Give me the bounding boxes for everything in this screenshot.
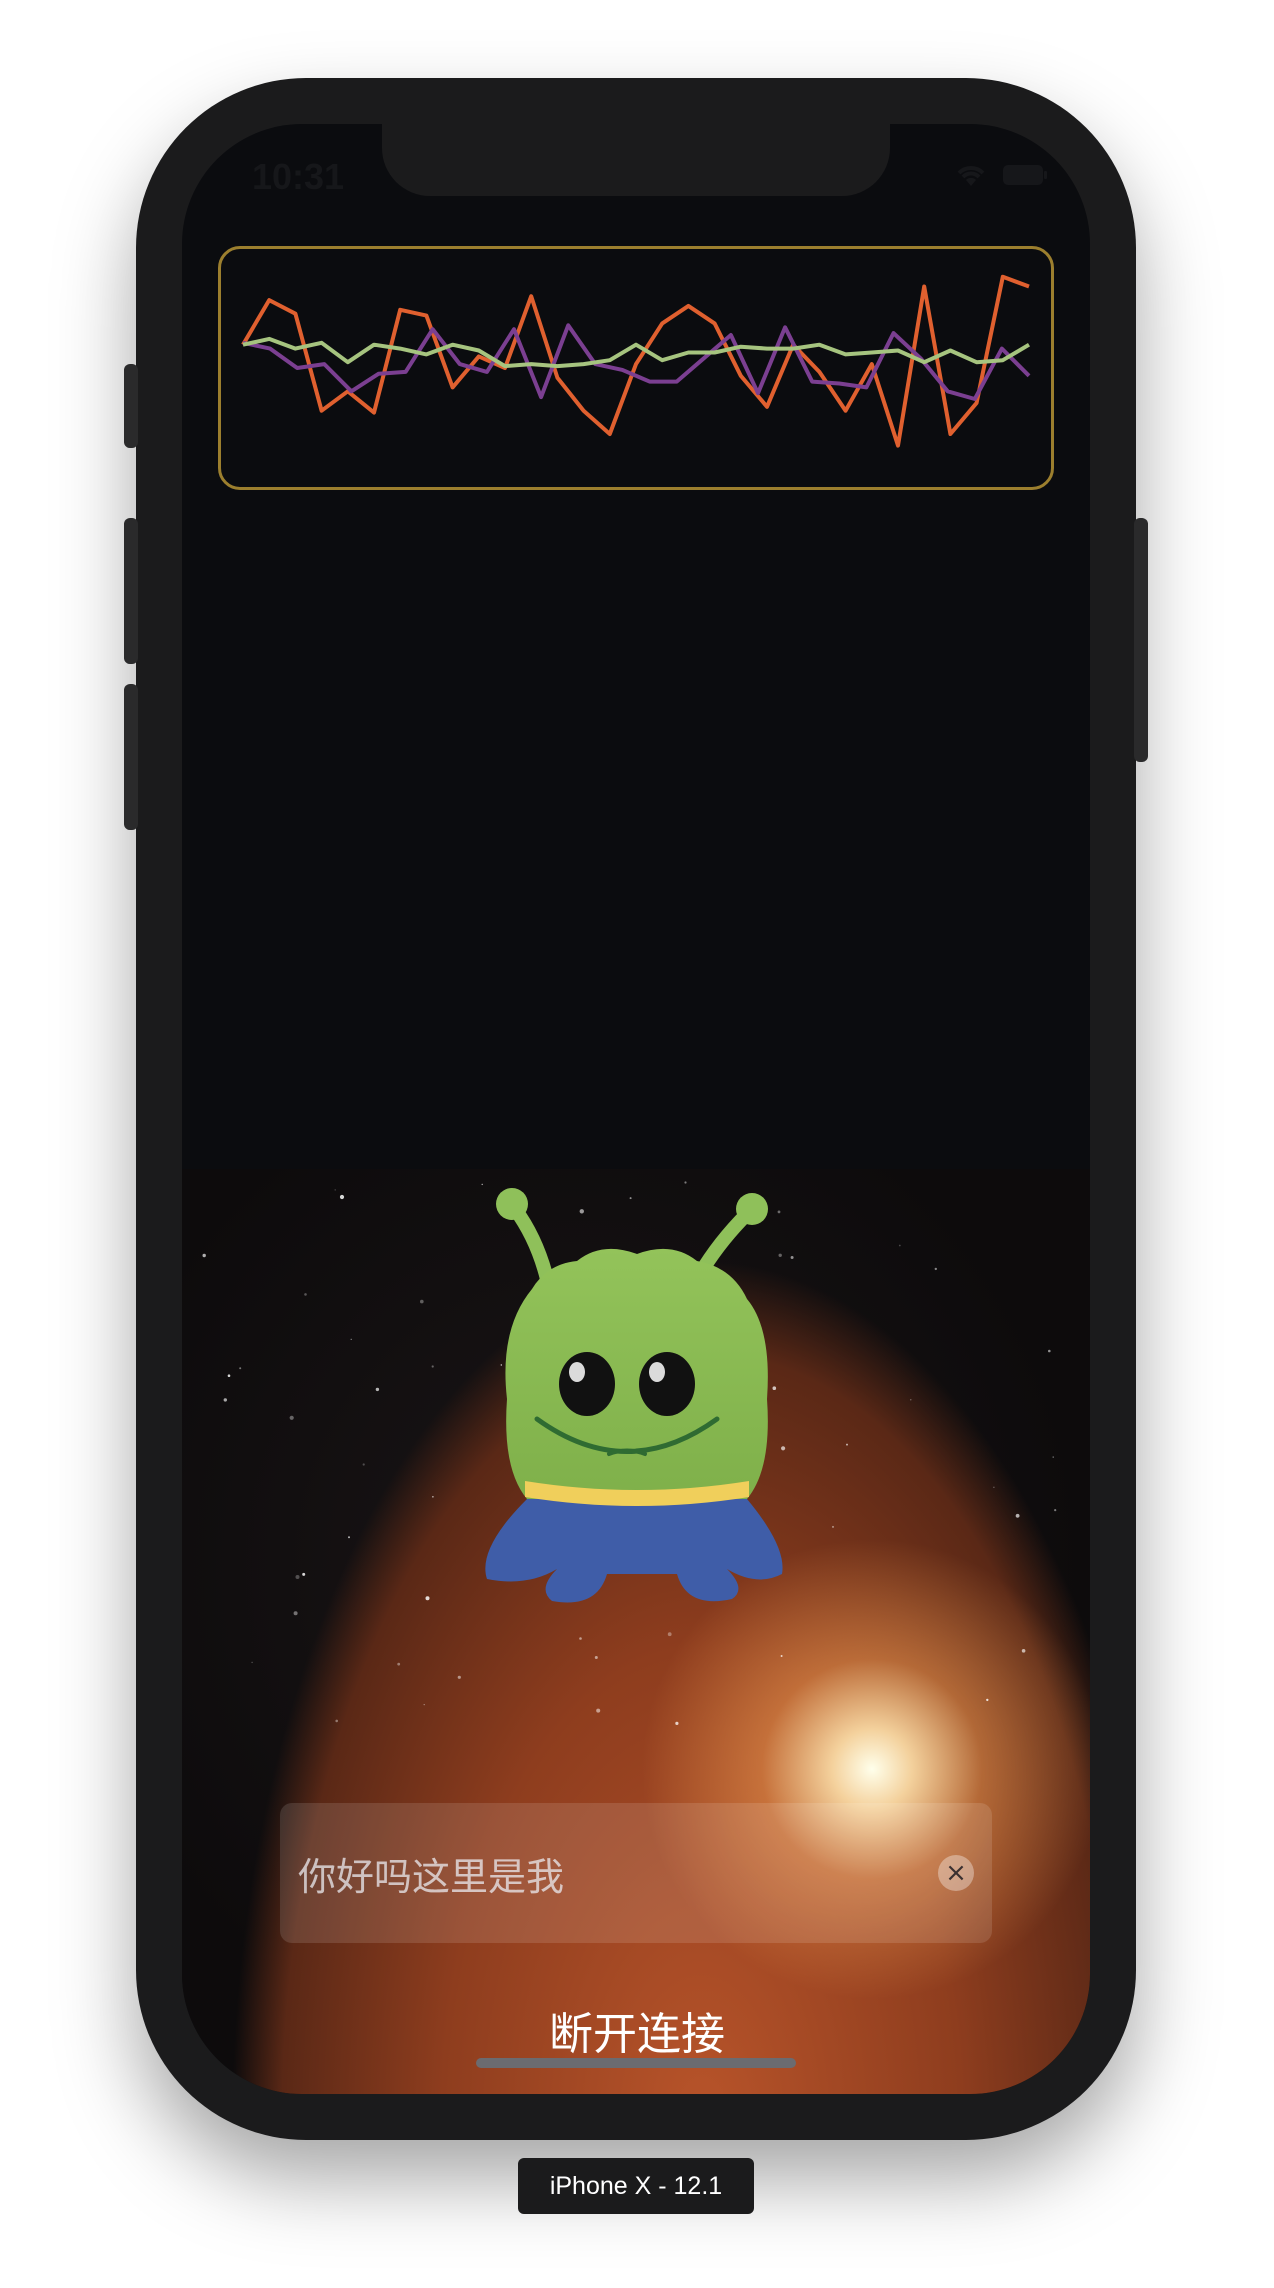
star [293, 1611, 298, 1616]
star [334, 1189, 336, 1191]
wifi-icon [957, 166, 985, 186]
star [1015, 1513, 1020, 1518]
star [986, 1698, 989, 1702]
star [289, 1415, 294, 1420]
alien-mascot [485, 1188, 783, 1603]
message-input[interactable]: 你好吗这里是我 × [280, 1803, 992, 1943]
star [350, 1338, 352, 1340]
star [1052, 1456, 1054, 1458]
star [1054, 1509, 1057, 1512]
volume-down-button [124, 684, 138, 830]
star [420, 1299, 424, 1304]
clear-icon[interactable]: × [938, 1855, 974, 1891]
star [223, 1398, 227, 1402]
star [1048, 1349, 1051, 1353]
line-chart [241, 274, 1031, 448]
star [295, 1575, 300, 1579]
star [227, 1374, 231, 1377]
star [251, 1661, 253, 1664]
notch [382, 124, 890, 196]
battery-icon [1003, 165, 1047, 185]
star [239, 1367, 242, 1370]
star [579, 1637, 582, 1640]
status-icons [954, 162, 1048, 188]
chart-panel [218, 246, 1054, 490]
power-button [1134, 518, 1148, 762]
star [202, 1253, 206, 1258]
star [934, 1267, 937, 1271]
volume-up-button [124, 518, 138, 664]
star [304, 1293, 307, 1296]
status-time: 10:31 [252, 156, 345, 197]
star [596, 1708, 601, 1713]
star [898, 1244, 901, 1247]
chart-series-line-1 [241, 274, 1030, 448]
star [675, 1721, 679, 1725]
star [457, 1675, 461, 1679]
star [1021, 1649, 1026, 1653]
star [910, 1399, 912, 1401]
star [667, 1632, 672, 1637]
star [397, 1662, 401, 1666]
star [335, 1719, 338, 1723]
star [348, 1536, 350, 1539]
star [375, 1387, 380, 1392]
mute-switch [124, 364, 138, 448]
star [594, 1656, 598, 1659]
disconnect-button[interactable]: 断开连接 [500, 1998, 774, 2062]
star [423, 1704, 425, 1706]
star [339, 1194, 345, 1200]
message-input-value: 你好吗这里是我 [298, 1854, 565, 1899]
star [362, 1463, 365, 1466]
star [993, 1486, 995, 1488]
star [780, 1655, 783, 1657]
star [302, 1572, 306, 1576]
device-label: iPhone X - 12.1 [518, 2158, 754, 2214]
